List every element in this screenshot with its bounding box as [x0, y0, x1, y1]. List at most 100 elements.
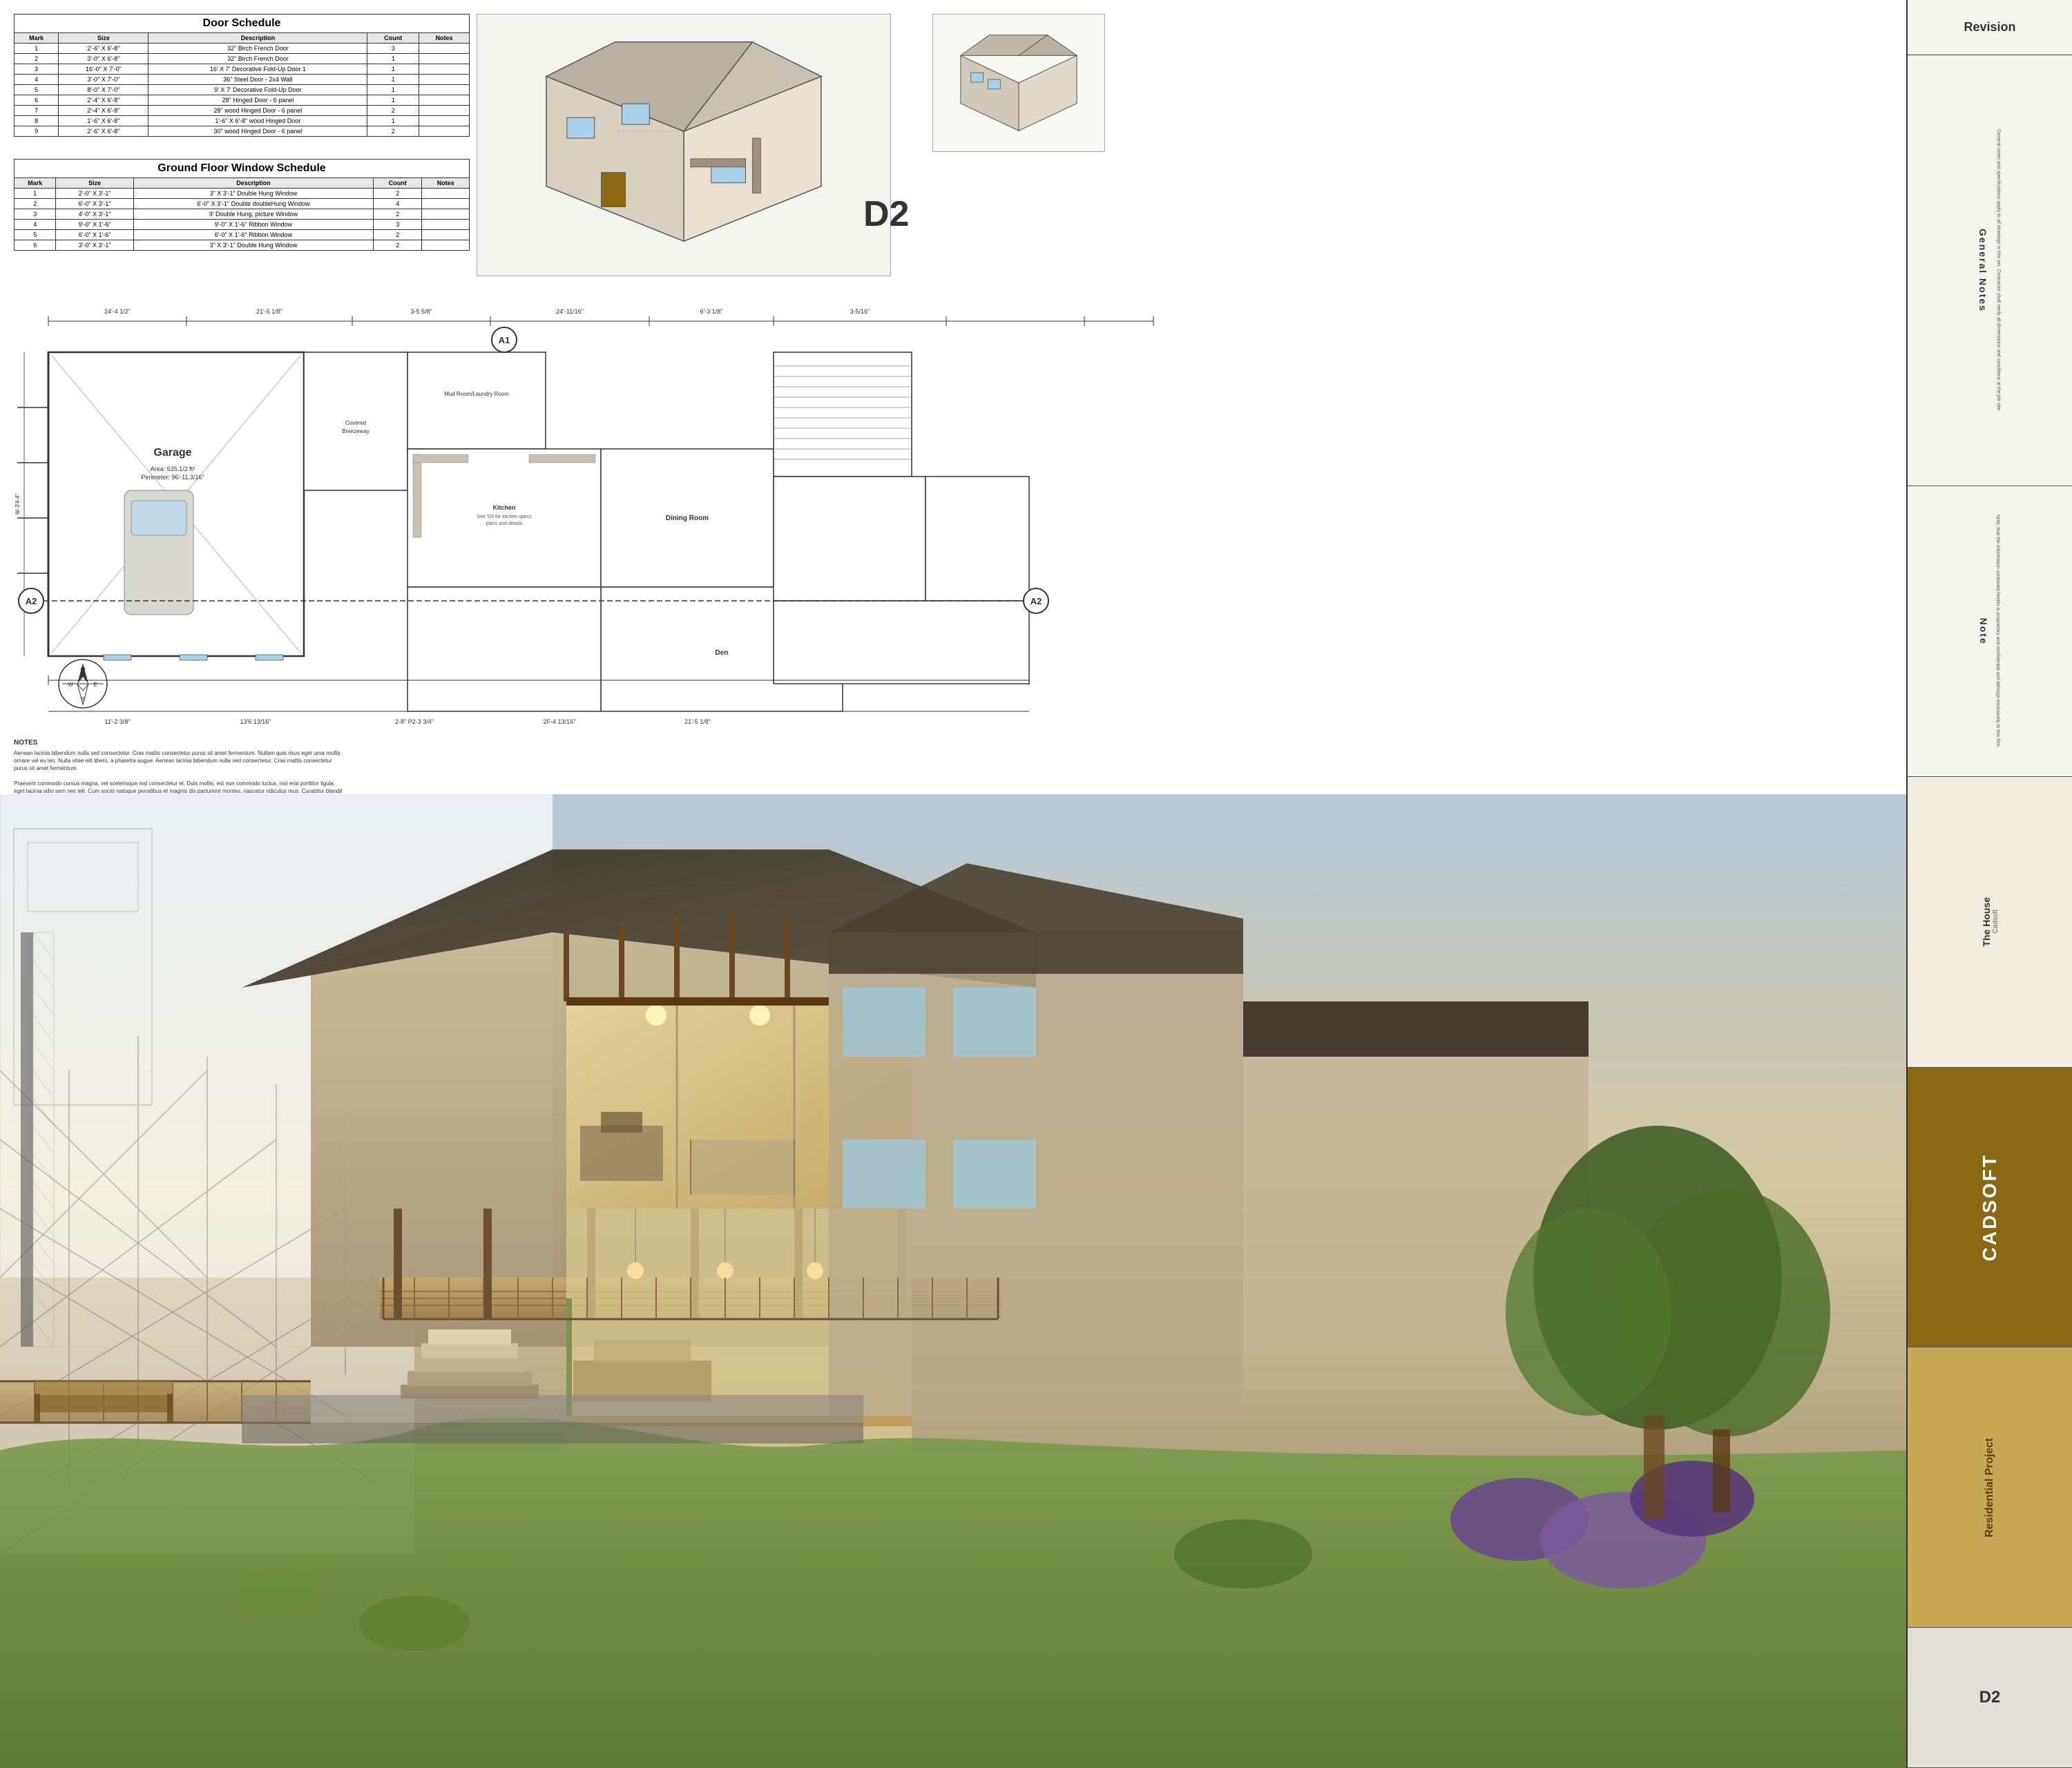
win-col-size: Size: [56, 178, 133, 189]
window-table-cell: 6'-0" X 1'-6" Ribbon Window: [133, 230, 373, 240]
svg-text:W-3'4-4": W-3'4-4": [15, 494, 21, 515]
window-table-cell: [422, 230, 470, 240]
window-table-cell: 4: [15, 220, 56, 230]
project-name: The House: [1981, 897, 1992, 947]
window-schedule-area: Ground Floor Window Schedule Mark Size D…: [14, 159, 470, 251]
door-schedule-area: Door Schedule Mark Size Description Coun…: [14, 14, 470, 137]
svg-text:S: S: [81, 696, 84, 702]
svg-text:A2: A2: [1030, 596, 1042, 606]
door-table-cell: 2'-6" X 6'-8": [59, 126, 148, 137]
window-table-cell: 3" X 3'-1" Double Hung Window: [133, 189, 373, 199]
window-table-cell: 2'-0" X 3'-1": [56, 189, 133, 199]
door-table-cell: [419, 85, 470, 95]
door-table-cell: [419, 106, 470, 116]
revision-box: Revision: [1908, 0, 2072, 55]
door-table-row: 92'-6" X 6'-8"30" wood Hinged Door - 6 p…: [15, 126, 470, 137]
svg-text:See 'D5 for kitchen specs: See 'D5 for kitchen specs: [477, 515, 532, 519]
window-table-cell: 5: [15, 230, 56, 240]
window-table-cell: [422, 240, 470, 251]
door-table-cell: [419, 126, 470, 137]
notes-paragraph-1: Aenean lacinia bibendum nulla sed consec…: [14, 749, 345, 773]
iso-small-view: [932, 14, 1105, 152]
door-table-cell: 9: [15, 126, 59, 137]
door-table-cell: [419, 54, 470, 64]
door-table-cell: [419, 75, 470, 85]
door-table-cell: 16'-0" X 7'-0": [59, 64, 148, 75]
floor-plan-svg: 24'-4 1/2" 21'-5 1/8" 3-5 5/8" 24'-11/16…: [14, 297, 1188, 753]
svg-text:2F-4 13/16": 2F-4 13/16": [544, 718, 576, 725]
window-table-cell: 2: [374, 189, 422, 199]
window-table-cell: [422, 199, 470, 209]
window-table-cell: 9' Double Hung, picture Window: [133, 209, 373, 220]
door-table-cell: 3: [15, 64, 59, 75]
door-table-cell: 1: [367, 85, 419, 95]
note-label: Note: [1978, 617, 1989, 644]
door-table-cell: 7: [15, 106, 59, 116]
svg-text:E: E: [93, 682, 97, 688]
svg-text:A1: A1: [499, 335, 510, 345]
window-table-row: 26'-0" X 3'-1"6'-0" X 3'-1" Double doubl…: [15, 199, 470, 209]
door-table-row: 43'-0" X 7'-0"36" Steel Door - 2x4 Wall1: [15, 75, 470, 85]
door-table-cell: 4: [15, 75, 59, 85]
door-table-cell: 2: [367, 126, 419, 137]
door-col-size: Size: [59, 33, 148, 44]
window-table-cell: 2: [15, 199, 56, 209]
win-col-desc: Description: [133, 178, 373, 189]
window-table-cell: 6'-0" X 3'-1": [56, 199, 133, 209]
revision-label: Revision: [1964, 20, 2015, 35]
door-schedule-table: Mark Size Description Count Notes 12'-6"…: [14, 32, 470, 137]
notes-title: NOTES: [14, 739, 345, 747]
door-table-cell: 28" Hinged Door - 6 panel: [148, 95, 367, 106]
svg-text:plans and details: plans and details: [486, 521, 523, 526]
window-table-cell: [422, 189, 470, 199]
svg-text:24'-11/16": 24'-11/16": [556, 308, 584, 315]
window-table-cell: 3: [374, 220, 422, 230]
door-table-cell: 1'-6" X 6'-8": [59, 116, 148, 126]
window-table-row: 12'-0" X 3'-1"3" X 3'-1" Double Hung Win…: [15, 189, 470, 199]
window-table-cell: 9'-0" X 1'-6" Ribbon Window: [133, 220, 373, 230]
window-table-row: 49'-0" X 1'-6"9'-0" X 1'-6" Ribbon Windo…: [15, 220, 470, 230]
iso-view-area: [477, 14, 891, 276]
project-subname: Cadsoft: [1992, 897, 1999, 947]
window-table-cell: 6'-0" X 3'-1" Double doubleHung Window: [133, 199, 373, 209]
door-table-cell: 1: [15, 44, 59, 54]
door-table-cell: 2: [367, 106, 419, 116]
door-table-cell: 16' X 7' Decorative Fold-Up Door 1: [148, 64, 367, 75]
svg-text:3-5 5/8": 3-5 5/8": [410, 308, 432, 315]
window-table-cell: 2: [374, 240, 422, 251]
svg-text:3-5/16": 3-5/16": [850, 308, 870, 315]
door-table-cell: 9' X 7' Decorative Fold-Up Door: [148, 85, 367, 95]
door-table-cell: [419, 44, 470, 54]
win-col-count: Count: [374, 178, 422, 189]
window-table-cell: [422, 209, 470, 220]
window-table-cell: 6: [15, 240, 56, 251]
project-name-section: Residential Project: [1908, 1347, 2072, 1627]
door-table-cell: 2: [15, 54, 59, 64]
svg-text:A2: A2: [26, 596, 37, 606]
svg-text:13'6 13/16": 13'6 13/16": [240, 718, 271, 725]
door-table-row: 72'-4" X 6'-8"28" wood Hinged Door - 6 p…: [15, 106, 470, 116]
door-table-cell: 1: [367, 64, 419, 75]
door-table-cell: 3'-0" X 7'-0": [59, 75, 148, 85]
door-table-row: 58'-0" X 7'-0"9' X 7' Decorative Fold-Up…: [15, 85, 470, 95]
general-notes-section: General Notes General notes and specific…: [1908, 55, 2072, 486]
window-table-row: 63'-0" X 3'-1"3" X 3'-1" Double Hung Win…: [15, 240, 470, 251]
door-table-cell: 8'-0" X 7'-0": [59, 85, 148, 95]
d2-label: D2: [863, 193, 909, 235]
window-table-cell: 4: [374, 199, 422, 209]
door-table-cell: 2'-6" X 6'-8": [59, 44, 148, 54]
door-table-cell: 28" wood Hinged Door - 6 panel: [148, 106, 367, 116]
svg-text:21'-5 1/8": 21'-5 1/8": [684, 718, 711, 725]
svg-text:Den: Den: [716, 649, 729, 657]
door-table-cell: 30" wood Hinged Door - 6 panel: [148, 126, 367, 137]
door-table-cell: 8: [15, 116, 59, 126]
door-col-count: Count: [367, 33, 419, 44]
door-table-cell: 1: [367, 95, 419, 106]
svg-text:6'-3 1/8": 6'-3 1/8": [700, 308, 723, 315]
window-table-cell: 1: [15, 189, 56, 199]
cadsoft-label: CADSOFT: [1979, 1153, 2001, 1261]
door-table-cell: 1: [367, 54, 419, 64]
door-col-notes: Notes: [419, 33, 470, 44]
door-schedule-title: Door Schedule: [14, 14, 470, 32]
window-table-row: 56'-0" X 1'-6"6'-0" X 1'-6" Ribbon Windo…: [15, 230, 470, 240]
